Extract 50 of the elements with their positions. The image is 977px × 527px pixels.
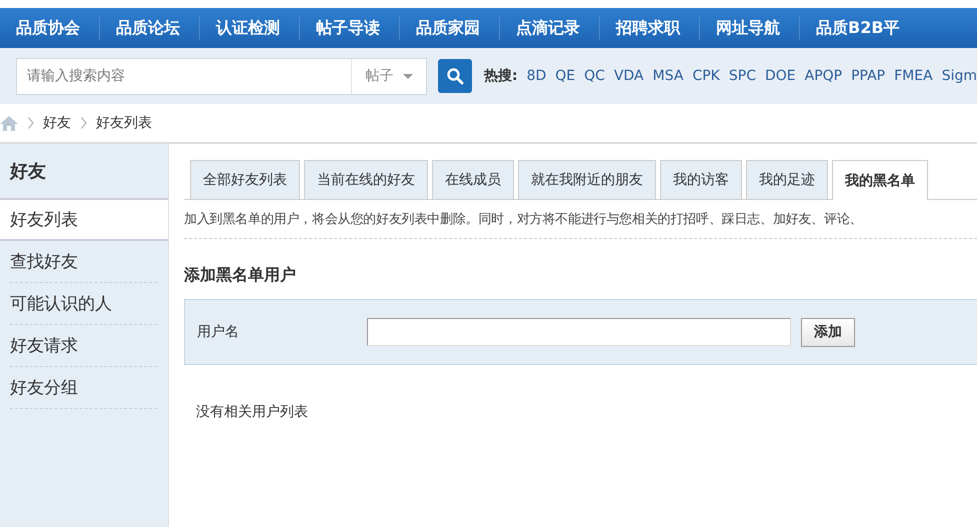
search-icon [446, 67, 464, 85]
search-field[interactable]: 请输入搜索内容 帖子 [16, 58, 428, 94]
tab[interactable]: 当前在线的好友 [304, 160, 428, 199]
tab[interactable]: 在线成员 [432, 160, 514, 199]
nav-link[interactable]: 品质B2B平 [800, 16, 919, 40]
tab[interactable]: 我的黑名单 [832, 160, 928, 200]
username-input-field[interactable] [367, 318, 791, 346]
chevron-icon [81, 117, 87, 129]
nav-link[interactable]: 品质家园 [400, 16, 500, 40]
sidebar-item[interactable]: 好友分组 [10, 367, 157, 409]
field-label: 用户名 [197, 323, 240, 341]
nav-link[interactable]: 点滴记录 [500, 16, 600, 40]
hot-search-link[interactable]: APQP [804, 68, 842, 84]
sidebar-item[interactable]: 查找好友 [10, 241, 157, 283]
section-heading: 添加黑名单用户 [184, 265, 297, 286]
breadcrumb-link[interactable]: 好友 [43, 114, 71, 132]
hot-search-link[interactable]: QE [555, 68, 576, 84]
nav-link[interactable]: 品质论坛 [100, 16, 200, 40]
hot-search-link[interactable]: QC [584, 68, 605, 84]
tab[interactable]: 我的足迹 [746, 160, 828, 199]
sidebar-item[interactable]: 可能认识的人 [10, 283, 157, 325]
search-scope-dropdown[interactable]: 帖子 [351, 58, 426, 94]
nav-link[interactable]: 网址导航 [700, 16, 800, 40]
hot-search-link[interactable]: MSA [652, 68, 684, 84]
nav-link[interactable]: 认证检测 [200, 16, 300, 40]
hot-search-label: 热搜: [484, 67, 518, 85]
home-icon[interactable] [0, 116, 18, 130]
hot-search-link[interactable]: Sigm [942, 68, 977, 84]
hot-search-link[interactable]: PPAP [851, 68, 886, 84]
tab[interactable]: 我的访客 [660, 160, 742, 199]
sidebar-item[interactable]: 好友请求 [10, 325, 157, 367]
hot-search-link[interactable]: FMEA [894, 68, 933, 84]
caret-icon [403, 74, 414, 78]
hot-search-link[interactable]: DOE [764, 68, 796, 84]
blacklist-notice: 加入到黑名单的用户，将会从您的好友列表中删除。同时，对方将不能进行与您相关的打招呼、踩日志、加好友、评论、 [184, 200, 977, 239]
hot-search-link[interactable]: SPC [728, 68, 756, 84]
nav-link[interactable]: 品质协会 [0, 16, 100, 40]
add-button[interactable]: 添加 [801, 318, 855, 346]
hot-search-link[interactable]: VDA [614, 68, 644, 84]
sidebar-item[interactable]: 好友列表 [0, 200, 168, 241]
nav-link[interactable]: 招聘求职 [600, 16, 700, 40]
empty-message: 没有相关用户列表 [196, 403, 309, 421]
nav-link[interactable]: 帖子导读 [300, 16, 400, 40]
breadcrumb-link[interactable]: 好友列表 [96, 114, 152, 132]
hot-search-link[interactable]: 8D [526, 68, 546, 84]
chevron-icon [28, 117, 34, 129]
search-button[interactable] [438, 59, 472, 93]
tab[interactable]: 全部好友列表 [190, 160, 300, 199]
hot-search-link[interactable]: CPK [692, 68, 720, 84]
tab[interactable]: 就在我附近的朋友 [518, 160, 656, 199]
